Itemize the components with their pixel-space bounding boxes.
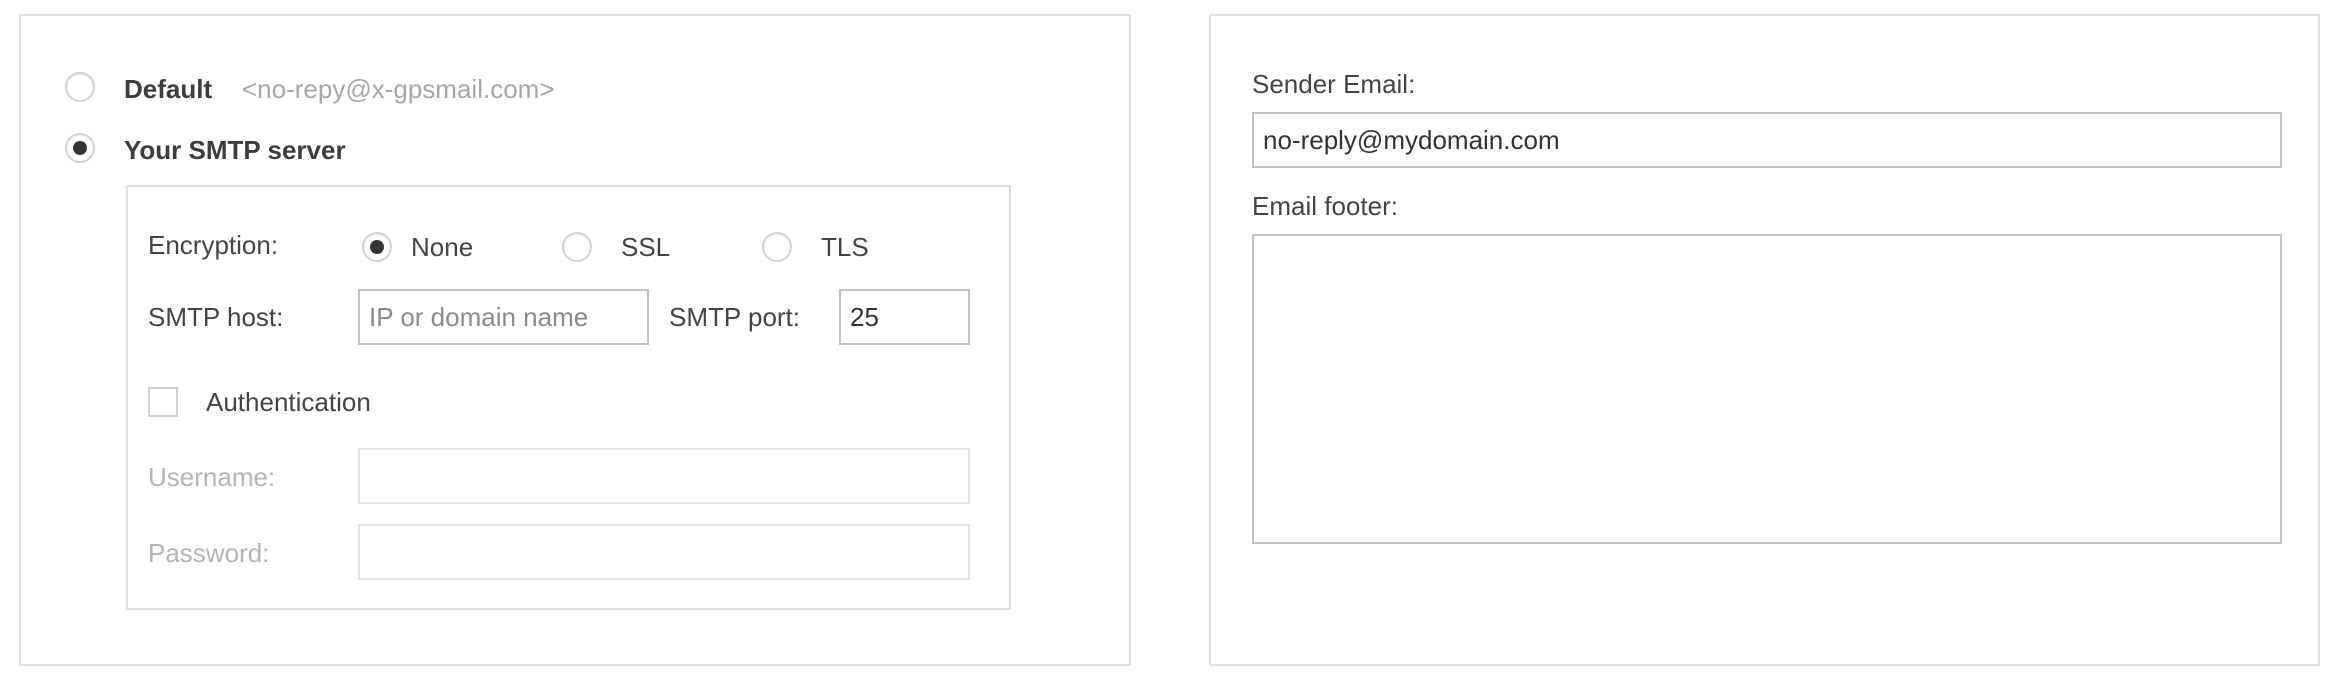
smtp-port-input[interactable] xyxy=(839,289,970,345)
sender-email-label: Sender Email: xyxy=(1252,69,1416,99)
authentication-label[interactable]: Authentication xyxy=(206,387,371,417)
password-input[interactable] xyxy=(358,524,970,580)
default-sender-radio[interactable] xyxy=(65,72,95,102)
encryption-tls-radio[interactable] xyxy=(762,232,792,262)
smtp-config-box: Encryption: None SSL TLS SMTP host: SMTP… xyxy=(126,185,1011,610)
default-sender-address: <no-repy@x-gpsmail.com> xyxy=(242,74,555,104)
encryption-tls-label[interactable]: TLS xyxy=(821,232,869,262)
encryption-ssl-label[interactable]: SSL xyxy=(621,232,670,262)
authentication-checkbox[interactable] xyxy=(148,387,178,417)
encryption-none-label[interactable]: None xyxy=(411,232,473,262)
sender-settings-panel: Sender Email: Email footer: xyxy=(1209,14,2320,666)
password-label: Password: xyxy=(148,538,270,568)
encryption-ssl-radio[interactable] xyxy=(562,232,592,262)
encryption-none-radio[interactable] xyxy=(362,232,392,262)
smtp-host-input[interactable] xyxy=(358,289,649,345)
smtp-host-label: SMTP host: xyxy=(148,302,284,332)
smtp-port-label: SMTP port: xyxy=(669,302,801,332)
email-footer-textarea[interactable] xyxy=(1252,234,2282,544)
username-label: Username: xyxy=(148,462,276,492)
sender-email-input[interactable] xyxy=(1252,112,2282,168)
custom-smtp-label[interactable]: Your SMTP server xyxy=(124,135,346,165)
email-footer-label: Email footer: xyxy=(1252,191,1398,221)
smtp-settings-panel: Default <no-repy@x-gpsmail.com> Your SMT… xyxy=(19,14,1131,666)
custom-smtp-radio[interactable] xyxy=(65,133,95,163)
encryption-label: Encryption: xyxy=(148,230,279,260)
default-sender-label[interactable]: Default xyxy=(124,74,212,104)
username-input[interactable] xyxy=(358,448,970,504)
